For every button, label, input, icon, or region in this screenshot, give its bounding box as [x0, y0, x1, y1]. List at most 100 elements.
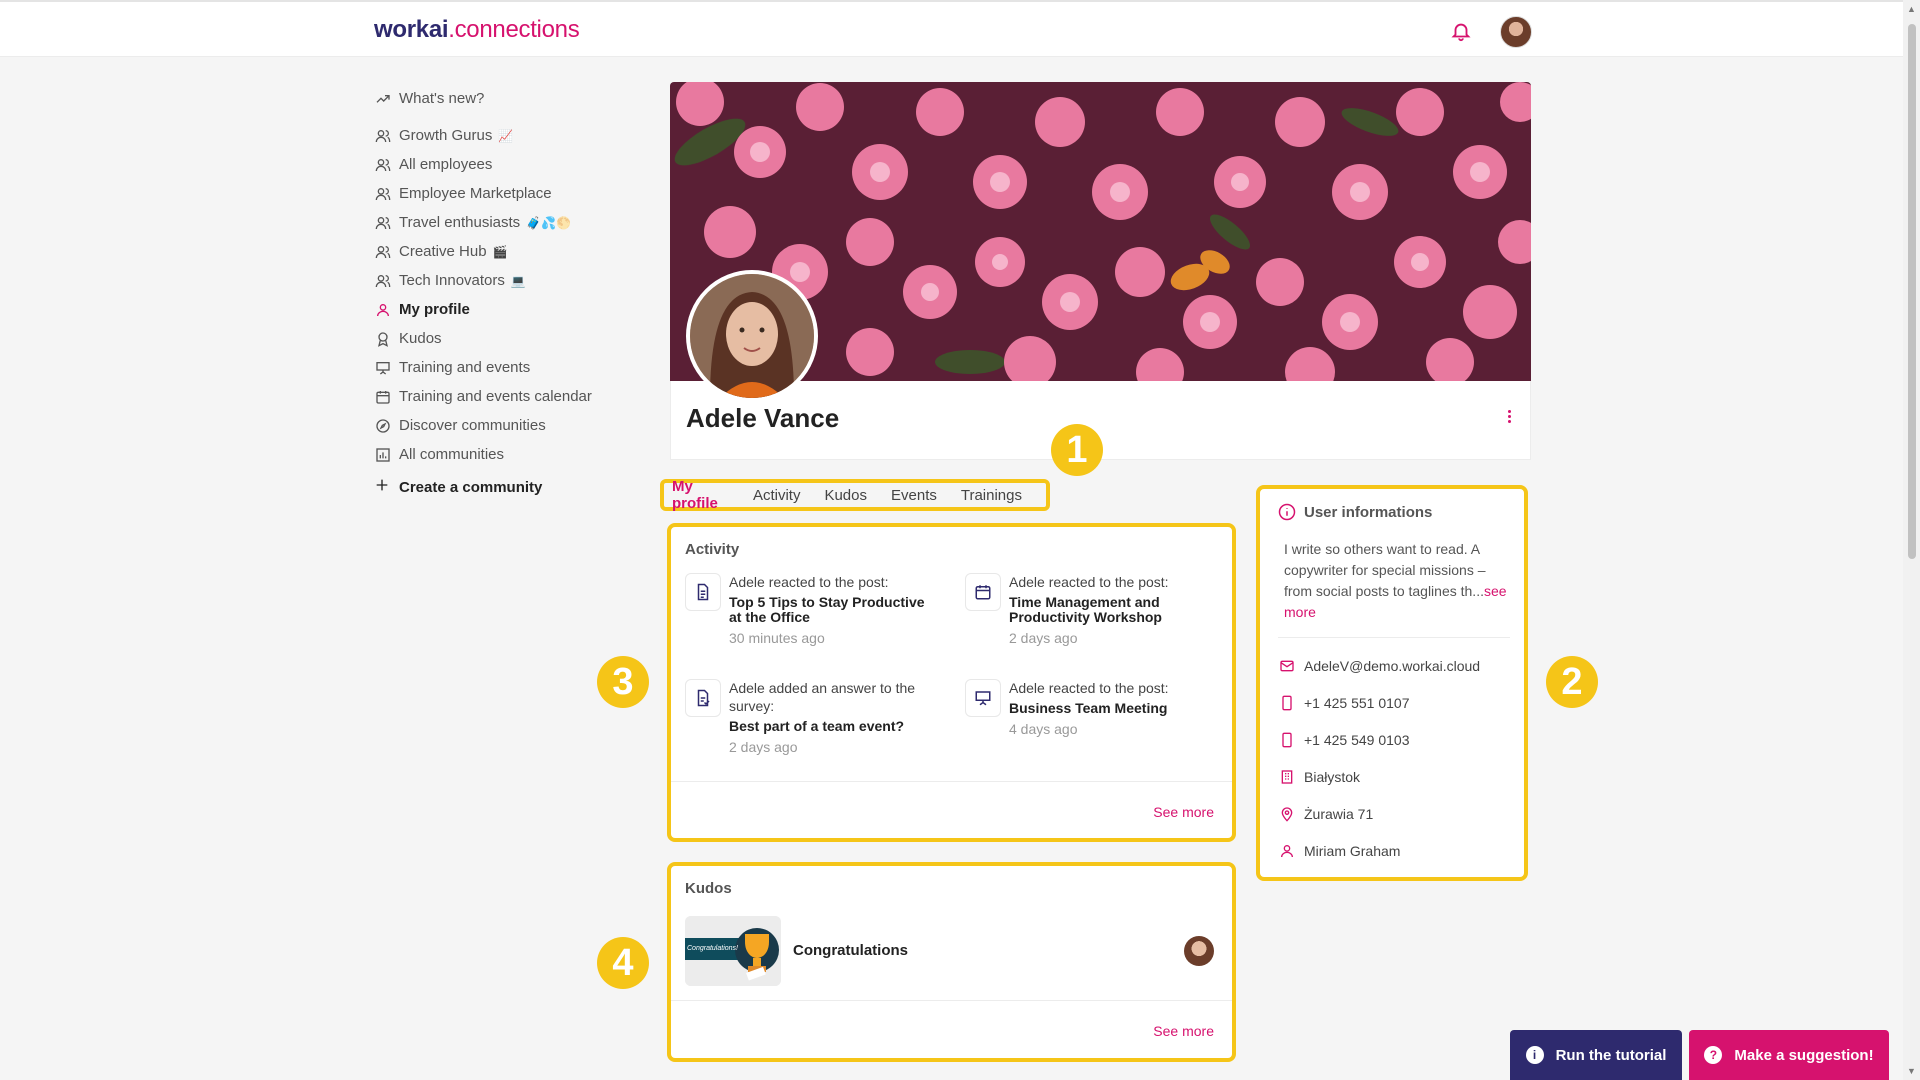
card-divider [671, 781, 1232, 782]
user-address-text: Żurawia 71 [1304, 806, 1374, 822]
activity-action: Adele reacted to the post: [1009, 574, 1169, 590]
card-divider [671, 1000, 1232, 1001]
sidebar-item-discover-communities[interactable]: Discover communities [374, 411, 634, 440]
laptop-emoji-icon: 💻 [510, 273, 526, 288]
award-icon [374, 330, 392, 348]
sidebar-item-all-employees[interactable]: All employees [374, 150, 634, 179]
info-icon: i [1525, 1046, 1544, 1064]
activity-item[interactable]: Adele reacted to the post: Time Manageme… [965, 573, 1215, 647]
sidebar-item-label: What's new? [399, 90, 485, 107]
sidebar-item-label: Tech Innovators [399, 272, 505, 289]
tab-my-profile[interactable]: My profile [672, 478, 729, 512]
activity-post-link[interactable]: Business Team Meeting [1009, 701, 1169, 716]
sidebar-item-label: All employees [399, 156, 493, 173]
make-suggestion-label: Make a suggestion! [1734, 1046, 1874, 1064]
user-phone-text: +1 425 549 0103 [1304, 732, 1410, 748]
kudos-card: Kudos Congratulations! Congratulations S… [667, 862, 1236, 1062]
scroll-down-arrow-icon[interactable]: ▼ [1907, 1066, 1916, 1076]
sidebar-item-label: My profile [399, 301, 470, 318]
sidebar-item-whats-new[interactable]: What's new? [374, 84, 634, 113]
sidebar-item-growth-gurus[interactable]: Growth Gurus 📈 [374, 121, 634, 150]
bell-icon[interactable] [1450, 20, 1472, 42]
film-emoji-icon: 🎬 [492, 244, 508, 259]
scrollbar-thumb[interactable] [1908, 24, 1916, 559]
activity-item[interactable]: Adele reacted to the post: Top 5 Tips to… [685, 573, 935, 647]
activity-time: 30 minutes ago [729, 630, 825, 646]
user-phone-1[interactable]: +1 425 551 0107 [1278, 694, 1410, 712]
sidebar-item-label: Creative Hub [399, 243, 487, 260]
user-icon [374, 301, 392, 319]
user-avatar[interactable] [1500, 16, 1532, 48]
sidebar-item-creative-hub[interactable]: Creative Hub 🎬 [374, 237, 634, 266]
sidebar-item-kudos[interactable]: Kudos [374, 324, 634, 353]
logo-part2: .connections [448, 16, 580, 43]
activity-time: 2 days ago [1009, 630, 1078, 646]
people-icon [374, 127, 392, 145]
activity-post-link[interactable]: Top 5 Tips to Stay Productive at the Off… [729, 595, 935, 625]
sidebar-nav: What's new? Growth Gurus 📈 All employees … [374, 84, 634, 497]
run-tutorial-button[interactable]: i Run the tutorial [1510, 1030, 1682, 1080]
activity-item[interactable]: Adele reacted to the post: Business Team… [965, 679, 1215, 738]
activity-item[interactable]: Adele added an answer to the survey: Bes… [685, 679, 935, 756]
step-badge-2: 2 [1546, 656, 1598, 708]
make-suggestion-button[interactable]: ? Make a suggestion! [1689, 1030, 1889, 1080]
kudos-title: Kudos [685, 880, 732, 897]
phone-icon [1278, 731, 1296, 749]
more-options-icon[interactable] [1505, 408, 1513, 428]
sidebar-item-my-profile[interactable]: My profile [374, 295, 634, 324]
sidebar-item-training-calendar[interactable]: Training and events calendar [374, 382, 634, 411]
user-info-header: User informations [1278, 503, 1432, 521]
user-email[interactable]: AdeleV@demo.workai.cloud [1278, 657, 1480, 675]
kudos-see-more-link[interactable]: See more [1153, 1023, 1214, 1039]
activity-post-link[interactable]: Best part of a team event? [729, 719, 935, 734]
sidebar-item-travel-enthusiasts[interactable]: Travel enthusiasts 🧳💦🌕 [374, 208, 634, 237]
app-logo[interactable]: workai.connections [374, 16, 580, 44]
people-icon [374, 214, 392, 232]
presentation-icon [965, 679, 1001, 717]
create-community-label: Create a community [399, 478, 543, 496]
user-manager-text: Miriam Graham [1304, 843, 1401, 859]
tab-kudos[interactable]: Kudos [824, 487, 867, 504]
user-bio: I write so others want to read. A copywr… [1284, 539, 1516, 623]
sidebar-item-training-events[interactable]: Training and events [374, 353, 634, 382]
activity-title: Activity [685, 541, 740, 558]
tab-trainings[interactable]: Trainings [961, 487, 1022, 504]
page-scrollbar[interactable]: ▲ ▼ [1903, 0, 1920, 1080]
user-info-title: User informations [1304, 503, 1433, 521]
run-tutorial-label: Run the tutorial [1555, 1046, 1667, 1064]
user-phone-2[interactable]: +1 425 549 0103 [1278, 731, 1410, 749]
create-community-button[interactable]: Create a community [374, 477, 634, 497]
activity-post-link[interactable]: Time Management and Productivity Worksho… [1009, 595, 1215, 625]
user-manager[interactable]: Miriam Graham [1278, 842, 1400, 860]
people-icon [374, 272, 392, 290]
sidebar-item-label: Discover communities [399, 417, 546, 434]
sidebar-item-employee-marketplace[interactable]: Employee Marketplace [374, 179, 634, 208]
sidebar-item-label: Travel enthusiasts [399, 214, 521, 231]
user-icon [1278, 842, 1296, 860]
sidebar-item-label: Kudos [399, 330, 442, 347]
activity-time: 2 days ago [729, 739, 798, 755]
activity-see-more-link[interactable]: See more [1153, 804, 1214, 820]
user-email-text: AdeleV@demo.workai.cloud [1304, 658, 1481, 674]
sidebar-item-label: Growth Gurus [399, 127, 493, 144]
trending-icon [374, 90, 392, 108]
kudos-item-title[interactable]: Congratulations [793, 942, 908, 959]
sidebar-item-label: All communities [399, 446, 505, 463]
sidebar-item-tech-innovators[interactable]: Tech Innovators 💻 [374, 266, 634, 295]
building-icon [1278, 768, 1296, 786]
sidebar-item-label: Training and events [399, 359, 531, 376]
tab-events[interactable]: Events [891, 487, 937, 504]
location-pin-icon [1278, 805, 1296, 823]
scroll-up-arrow-icon[interactable]: ▲ [1907, 4, 1916, 14]
chart-icon [374, 446, 392, 464]
kudos-image: Congratulations! [685, 916, 781, 986]
sidebar-item-label: Training and events calendar [399, 388, 592, 405]
tab-activity[interactable]: Activity [753, 487, 801, 504]
compass-icon [374, 417, 392, 435]
kudos-giver-avatar[interactable] [1184, 936, 1214, 966]
activity-action: Adele reacted to the post: [729, 574, 889, 590]
plus-icon [374, 477, 392, 497]
profile-tabs: My profile Activity Kudos Events Trainin… [660, 478, 1050, 512]
logo-part1: workai [374, 16, 449, 43]
sidebar-item-all-communities[interactable]: All communities [374, 440, 634, 469]
